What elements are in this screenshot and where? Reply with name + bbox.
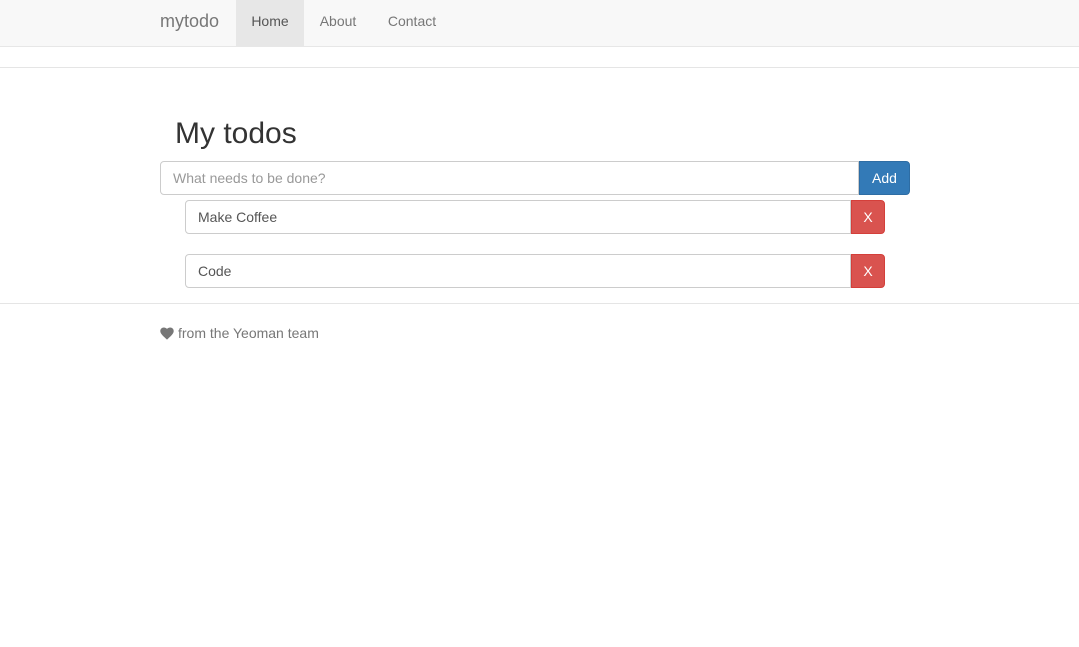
add-todo-button[interactable]: Add <box>859 161 910 195</box>
todo-item-input[interactable] <box>185 200 851 234</box>
header-divider <box>0 67 1079 68</box>
remove-todo-button[interactable]: X <box>851 254 885 288</box>
page-title: My todos <box>175 117 297 150</box>
footer-text: from the Yeoman team <box>178 325 319 341</box>
footer: from the Yeoman team <box>160 324 319 342</box>
footer-divider <box>0 303 1079 304</box>
new-todo-input[interactable] <box>160 161 859 195</box>
navbar: mytodo Home About Contact <box>0 0 1079 47</box>
nav-item-contact[interactable]: Contact <box>372 0 452 46</box>
heart-icon <box>160 326 174 340</box>
todo-item-input[interactable] <box>185 254 851 288</box>
brand-link[interactable]: mytodo <box>160 0 219 46</box>
nav-item-home[interactable]: Home <box>236 0 304 46</box>
remove-todo-button[interactable]: X <box>851 200 885 234</box>
nav-item-about[interactable]: About <box>304 0 372 46</box>
